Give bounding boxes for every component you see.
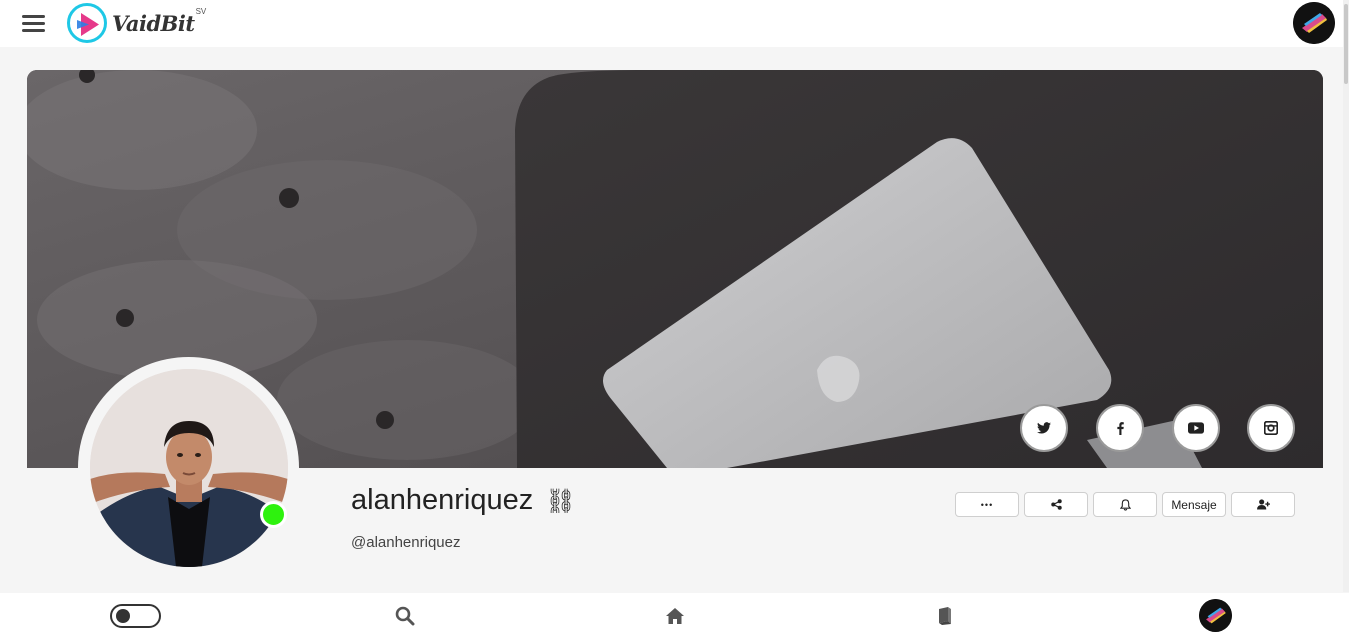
logo-mark-icon	[67, 3, 107, 43]
search-icon	[395, 606, 415, 625]
online-status-dot	[260, 501, 287, 528]
logo-suffix: SV	[195, 6, 207, 16]
avatar	[1198, 599, 1232, 632]
menu-icon[interactable]	[22, 15, 45, 33]
share-button[interactable]	[1024, 492, 1088, 517]
instagram-button[interactable]	[1247, 404, 1295, 452]
profile-nav-button[interactable]	[1198, 593, 1232, 638]
youtube-icon	[1188, 422, 1204, 434]
facebook-button[interactable]	[1096, 404, 1144, 452]
library-nav-button[interactable]	[930, 593, 960, 638]
follow-button[interactable]	[1231, 492, 1295, 517]
instagram-icon	[1264, 421, 1278, 435]
home-nav-button[interactable]	[660, 593, 690, 638]
scrollbar[interactable]	[1343, 0, 1349, 592]
profile-actions: ••• Mensaje	[955, 492, 1295, 517]
user-avatar[interactable]	[1293, 2, 1335, 44]
book-icon	[939, 607, 951, 625]
profile-username: alanhenriquez ⛓	[351, 484, 576, 517]
logo[interactable]: VaidBit SV	[67, 3, 206, 43]
add-user-icon	[1256, 499, 1270, 510]
profile-avatar[interactable]	[90, 369, 288, 567]
username-text: alanhenriquez	[351, 484, 534, 516]
search-nav-button[interactable]	[390, 593, 420, 638]
more-icon: •••	[980, 499, 994, 510]
top-bar: VaidBit SV	[0, 0, 1349, 592]
share-icon	[1050, 499, 1062, 510]
twitter-button[interactable]	[1020, 404, 1068, 452]
logo-text: VaidBit	[112, 10, 195, 36]
chain-emoji: ⛓	[545, 487, 576, 515]
message-label: Mensaje	[1171, 497, 1217, 512]
profile-handle: @alanhenriquez	[351, 534, 461, 551]
theme-toggle[interactable]	[108, 593, 162, 638]
toggle-icon	[109, 603, 161, 628]
message-button[interactable]: Mensaje	[1162, 492, 1226, 517]
youtube-button[interactable]	[1172, 404, 1220, 452]
home-icon	[666, 607, 684, 624]
more-button[interactable]: •••	[955, 492, 1019, 517]
twitter-icon	[1037, 422, 1051, 434]
facebook-icon	[1116, 421, 1124, 435]
bell-icon	[1119, 498, 1131, 511]
notify-button[interactable]	[1093, 492, 1157, 517]
bottom-nav	[0, 593, 1349, 638]
